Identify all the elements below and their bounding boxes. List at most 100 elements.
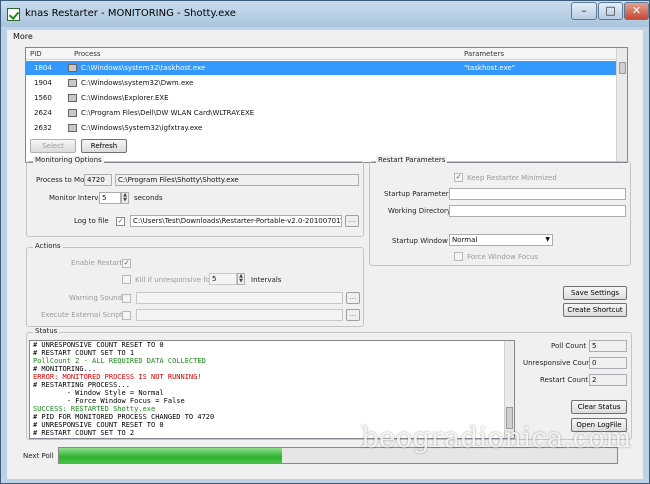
execute-script-field[interactable] <box>136 309 343 321</box>
row-process: C:\Windows\system32\taskhost.exe <box>81 64 206 72</box>
warning-sound-field[interactable] <box>136 292 343 304</box>
column-process[interactable]: Process <box>74 50 101 58</box>
keep-minimized-checkbox[interactable]: ✓ <box>454 173 463 182</box>
startup-window-value: Normal <box>452 236 478 244</box>
restart-parameters-group: Restart Parameters ✓ Keep Restarter Mini… <box>369 156 631 266</box>
enable-restart-label: Enable Restart <box>71 259 123 267</box>
row-pid: 1804 <box>34 64 52 72</box>
monitoring-options-title: Monitoring Options <box>33 156 104 164</box>
startup-window-label: Startup Window <box>392 237 448 245</box>
execute-script-checkbox[interactable] <box>122 311 131 320</box>
log-line: - Force Window Focus = False <box>33 397 185 405</box>
startup-window-select[interactable]: Normal ▼ <box>449 234 553 246</box>
log-line: - Window Style = Normal <box>33 389 164 397</box>
kill-intervals-unit: Intervals <box>251 276 282 284</box>
poll-count-value: 5 <box>589 340 627 352</box>
table-row[interactable]: 1904 C:\Windows\system32\Dwm.exe <box>26 76 616 90</box>
restart-count-value: 2 <box>589 374 627 386</box>
actions-title: Actions <box>33 242 63 250</box>
column-parameters[interactable]: Parameters <box>464 50 504 58</box>
menu-bar: More <box>7 30 643 44</box>
log-line: SUCCESS: RESTARTED Shotty.exe <box>33 405 156 413</box>
interval-spinner[interactable]: ▲ ▼ <box>121 192 129 204</box>
row-pid: 1560 <box>34 94 52 102</box>
log-to-file-label: Log to file <box>74 217 109 225</box>
warning-sound-label: Warning Sound <box>69 294 123 302</box>
client-area: More PID Process Parameters 1804 C:\Windo… <box>7 30 643 479</box>
log-line: # UNRESPONSIVE COUNT RESET TO 0 <box>33 341 164 349</box>
startup-parameters-label: Startup Parameters <box>384 190 453 198</box>
force-focus-checkbox[interactable] <box>454 252 463 261</box>
menu-more[interactable]: More <box>13 32 33 41</box>
restart-count-label: Restart Count <box>540 376 589 384</box>
working-directory-label: Working Directory <box>388 207 452 215</box>
restart-parameters-title: Restart Parameters <box>376 156 448 164</box>
process-icon <box>68 79 77 87</box>
unresponsive-count-label: Unresponsive Count <box>523 359 594 367</box>
save-settings-button[interactable]: Save Settings <box>563 286 627 300</box>
watermark: beogradionica.com <box>361 421 632 454</box>
clear-status-button[interactable]: Clear Status <box>571 400 627 414</box>
row-parameters: "taskhost.exe" <box>464 64 515 72</box>
kill-unresponsive-label: Kill if unresponsive for <box>135 276 213 284</box>
row-process: C:\Windows\Explorer.EXE <box>81 94 169 102</box>
actions-group: Actions Enable Restart ✓ Kill if unrespo… <box>26 242 364 327</box>
process-path-field: C:\Program Files\Shotty\Shotty.exe <box>115 174 359 186</box>
app-checkmark-icon <box>7 8 20 21</box>
process-icon <box>68 94 77 102</box>
next-poll-label: Next Poll <box>23 452 54 460</box>
log-line: # PID FOR MONITORED PROCESS CHANGED TO 4… <box>33 413 215 421</box>
kill-unresponsive-checkbox[interactable] <box>122 275 131 284</box>
warning-sound-browse-button[interactable]: ... <box>346 292 360 304</box>
row-pid: 2624 <box>34 109 52 117</box>
log-to-file-checkbox[interactable]: ✓ <box>116 217 125 226</box>
log-browse-button[interactable]: ... <box>345 215 359 227</box>
next-poll-progress-fill <box>59 448 283 463</box>
maximize-button[interactable]: □ <box>598 2 623 20</box>
working-directory-input[interactable] <box>449 205 626 217</box>
monitor-interval-label: Monitor Interval <box>49 194 105 202</box>
window-title: knas Restarter - MONITORING - Shotty.exe <box>25 8 236 19</box>
log-line: ERROR: MONITORED PROCESS IS NOT RUNNING! <box>33 373 202 381</box>
process-icon <box>68 124 77 132</box>
process-pid-field: 4720 <box>84 174 112 186</box>
table-row[interactable]: 2632 C:\Windows\System32\igfxtray.exe <box>26 121 616 135</box>
row-process: C:\Windows\system32\Dwm.exe <box>81 79 194 87</box>
startup-parameters-input[interactable] <box>449 188 626 200</box>
table-row[interactable]: 1560 C:\Windows\Explorer.EXE <box>26 91 616 105</box>
keep-minimized-label: Keep Restarter Minimized <box>467 174 557 182</box>
log-line: # RESTARTING PROCESS... <box>33 381 130 389</box>
log-line: # MONITORING... <box>33 365 97 373</box>
table-row[interactable]: 2624 C:\Program Files\Dell\DW WLAN Card\W… <box>26 106 616 120</box>
row-pid: 2632 <box>34 124 52 132</box>
log-line: PollCount 2 - ALL REQUIRED DATA COLLECTE… <box>33 357 206 365</box>
process-icon <box>68 109 77 117</box>
force-focus-label: Force Window Focus <box>467 253 538 261</box>
interval-input[interactable]: 5 <box>99 192 121 204</box>
column-pid[interactable]: PID <box>30 50 42 58</box>
title-bar[interactable]: knas Restarter - MONITORING - Shotty.exe… <box>1 1 649 27</box>
create-shortcut-button[interactable]: Create Shortcut <box>563 303 627 317</box>
status-title: Status <box>33 327 60 335</box>
select-button[interactable]: Select <box>30 139 76 153</box>
table-row[interactable]: 1804 C:\Windows\system32\taskhost.exe "tas… <box>26 61 616 75</box>
process-list-scrollbar[interactable] <box>616 48 627 162</box>
refresh-button[interactable]: Refresh <box>81 139 127 153</box>
row-process: C:\Program Files\Dell\DW WLAN Card\WLTRA… <box>81 109 255 117</box>
kill-intervals-input[interactable]: 5 <box>209 273 237 285</box>
row-process: C:\Windows\System32\igfxtray.exe <box>81 124 203 132</box>
execute-script-label: Execute External Script <box>41 311 123 319</box>
log-path-field[interactable]: C:\Users\Test\Downloads\Restarter-Portab… <box>130 215 342 227</box>
kill-intervals-spinner[interactable]: ▲ ▼ <box>237 273 245 285</box>
process-list-header: PID Process Parameters <box>26 48 616 60</box>
close-button[interactable]: ✕ <box>624 2 649 20</box>
enable-restart-checkbox[interactable]: ✓ <box>122 259 131 268</box>
scrollbar-thumb[interactable] <box>619 62 626 74</box>
minimize-button[interactable]: – <box>571 2 597 20</box>
interval-unit: seconds <box>134 194 163 202</box>
warning-sound-checkbox[interactable] <box>122 294 131 303</box>
main-window: knas Restarter - MONITORING - Shotty.exe… <box>0 0 650 484</box>
row-pid: 1904 <box>34 79 52 87</box>
execute-script-browse-button[interactable]: ... <box>346 309 360 321</box>
process-icon <box>68 64 77 72</box>
